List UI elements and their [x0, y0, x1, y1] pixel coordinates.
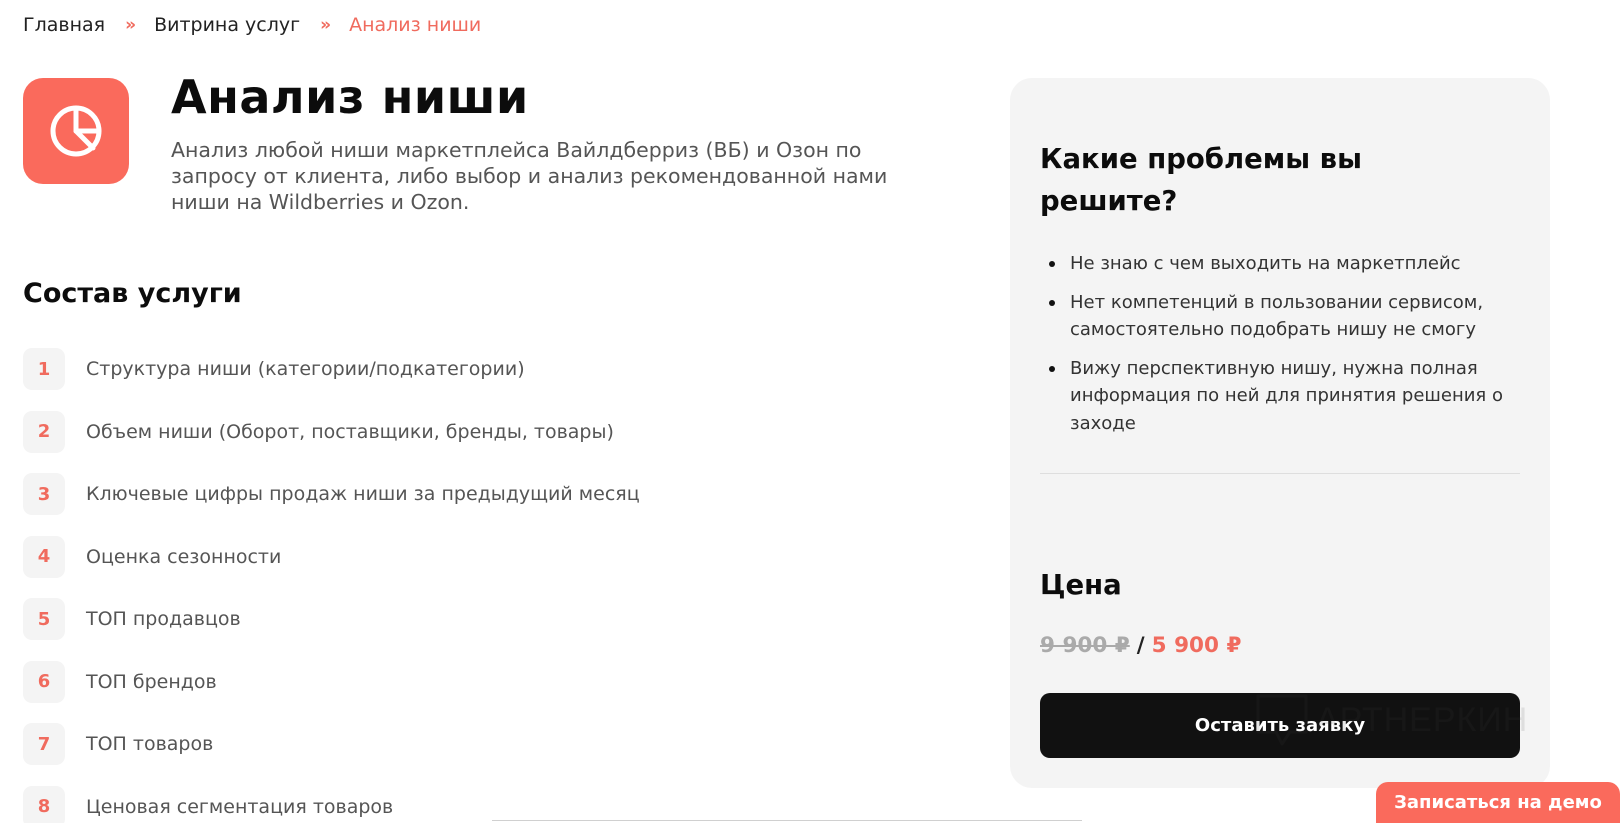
page-description: Анализ любой ниши маркетплейса Вайлдберр… [171, 138, 888, 214]
card-divider [1040, 473, 1520, 474]
book-demo-button[interactable]: Записаться на демо [1376, 782, 1620, 823]
breadcrumb: Главная » Витрина услуг » Анализ ниши [23, 14, 481, 36]
list-item: 4 Оценка сезонности [23, 535, 640, 578]
problem-item: Не знаю с чем выходить на маркетплейс [1040, 250, 1510, 278]
page-title: Анализ ниши [171, 70, 529, 124]
step-number-badge: 4 [23, 535, 65, 578]
step-label: ТОП товаров [86, 733, 214, 755]
problem-item: Нет компетенций в пользовании сервисом, … [1040, 289, 1510, 344]
list-item: 3 Ключевые цифры продаж ниши за предыдущ… [23, 473, 640, 515]
step-label: Структура ниши (категории/подкатегории) [86, 358, 525, 380]
composition-title: Состав услуги [23, 278, 242, 309]
list-item: 6 ТОП брендов [23, 660, 640, 703]
step-number-badge: 5 [23, 598, 65, 640]
step-number-badge: 6 [23, 660, 65, 703]
list-item: 1 Структура ниши (категории/подкатегории… [23, 348, 640, 390]
breadcrumb-current: Анализ ниши [349, 14, 482, 36]
step-number-badge: 7 [23, 723, 65, 765]
list-item: 8 Ценовая сегментация товаров [23, 785, 640, 823]
step-number-badge: 8 [23, 785, 65, 823]
pie-chart-icon [50, 105, 102, 157]
step-number-badge: 1 [23, 348, 65, 390]
step-label: Ценовая сегментация товаров [86, 795, 394, 818]
problems-title: Какие проблемы вы решите? [1040, 143, 1362, 217]
bottom-divider [492, 820, 1082, 821]
problems-list: Не знаю с чем выходить на маркетплейс Не… [1040, 250, 1510, 448]
breadcrumb-separator-icon: » [125, 15, 136, 35]
step-number-badge: 3 [23, 473, 65, 515]
step-label: ТОП продавцов [86, 608, 241, 630]
price-row: 9 900 ₽ / 5 900 ₽ [1040, 633, 1241, 658]
service-icon-tile [23, 78, 129, 184]
list-item: 5 ТОП продавцов [23, 598, 640, 640]
price-new: 5 900 ₽ [1151, 633, 1242, 658]
step-label: Объем ниши (Оборот, поставщики, бренды, … [86, 420, 614, 443]
step-number-badge: 2 [23, 410, 65, 453]
problem-item: Вижу перспективную нишу, нужна полная ин… [1040, 355, 1510, 438]
step-label: ТОП брендов [86, 670, 217, 693]
price-separator: / [1136, 633, 1145, 658]
price-old: 9 900 ₽ [1040, 633, 1130, 658]
step-label: Оценка сезонности [86, 545, 282, 568]
list-item: 7 ТОП товаров [23, 723, 640, 765]
leave-request-button[interactable]: Оставить заявку [1040, 693, 1520, 758]
problems-price-card: Какие проблемы вы решите? Не знаю с чем … [1010, 78, 1550, 788]
breadcrumb-home-link[interactable]: Главная [23, 14, 105, 36]
price-title: Цена [1040, 569, 1122, 601]
breadcrumb-separator-icon: » [320, 15, 331, 35]
composition-list: 1 Структура ниши (категории/подкатегории… [23, 348, 640, 823]
list-item: 2 Объем ниши (Оборот, поставщики, бренды… [23, 410, 640, 453]
breadcrumb-services-link[interactable]: Витрина услуг [154, 14, 300, 36]
step-label: Ключевые цифры продаж ниши за предыдущий… [86, 483, 640, 505]
